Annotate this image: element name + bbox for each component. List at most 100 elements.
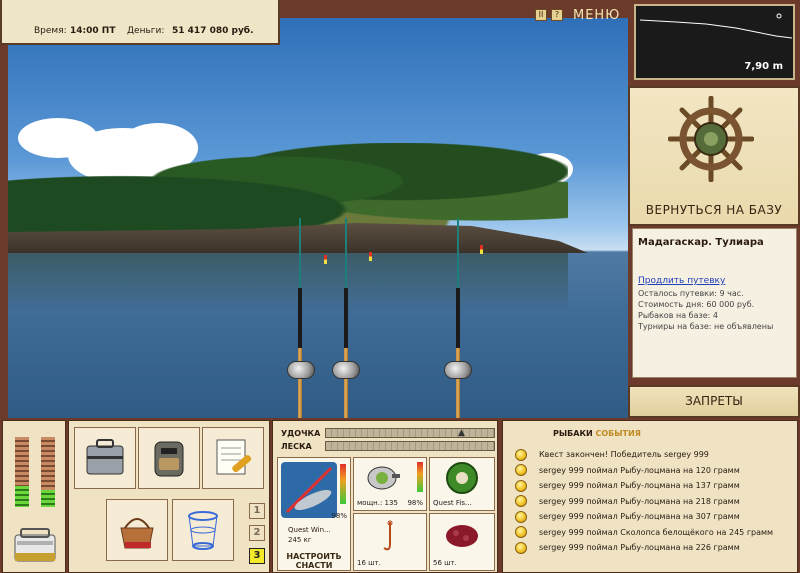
- list-item: sergey 999 поймал Рыбу-лоцмана на 226 гр…: [515, 540, 795, 556]
- events-list: Квест закончен! Победитель sergey 999 se…: [515, 447, 795, 556]
- list-item: sergey 999 поймал Рыбу-лоцмана на 120 гр…: [515, 463, 795, 479]
- depth-marker-icon: [776, 13, 782, 19]
- info-line: Турниры на базе: не объявлены: [638, 322, 774, 331]
- tab-events[interactable]: СОБЫТИЯ: [595, 429, 640, 438]
- bobber[interactable]: [369, 252, 372, 261]
- pause-button[interactable]: II: [535, 9, 547, 21]
- bottom-toolbar: 1 2 3 УДОЧКА ▲ ЛЕСКА 98% Quest Win... 24…: [0, 418, 800, 573]
- rod-handle[interactable]: [298, 348, 302, 418]
- rod-name: Quest Win...: [288, 526, 331, 534]
- rod-select-1[interactable]: 1: [249, 503, 265, 519]
- rod-reel[interactable]: [332, 361, 360, 379]
- smiley-icon: [515, 526, 527, 539]
- events-tabs: РЫБАКИ СОБЫТИЯ: [553, 429, 641, 438]
- rod-slot[interactable]: 98% Quest Win... 245 кг НАСТРОИТЬ СНАСТИ: [277, 457, 351, 571]
- bobber[interactable]: [480, 245, 483, 254]
- bait-slot[interactable]: 56 шт.: [429, 513, 495, 571]
- notebook-slot[interactable]: [202, 427, 264, 489]
- stamina-gauge-fill: [41, 489, 55, 507]
- fishing-scene[interactable]: [8, 18, 628, 418]
- hook-slot[interactable]: 16 шт.: [353, 513, 427, 571]
- extend-trip-link[interactable]: Продлить путевку: [638, 276, 791, 286]
- smiley-icon: [515, 479, 527, 492]
- event-text: sergey 999 поймал Сколопса белощёкого на…: [539, 527, 774, 537]
- smiley-icon: [515, 495, 527, 508]
- status-panel: Время: 14:00 ПТ Деньги: 51 417 080 руб.: [0, 0, 280, 45]
- location-title: Мадагаскар. Тулиара: [638, 237, 764, 248]
- ship-wheel-icon: [668, 96, 754, 182]
- list-item: sergey 999 поймал Рыбу-лоцмана на 137 гр…: [515, 478, 795, 494]
- event-text: Квест закончен! Победитель sergey 999: [539, 450, 709, 460]
- return-to-base-button[interactable]: ВЕРНУТЬСЯ НА БАЗУ: [628, 86, 800, 226]
- event-text: sergey 999 поймал Рыбу-лоцмана на 120 гр…: [539, 465, 740, 475]
- rod-handle[interactable]: [456, 348, 460, 418]
- rod-bar-label: УДОЧКА: [281, 429, 321, 438]
- line-spool-icon: [446, 462, 478, 494]
- backpack-slot[interactable]: [138, 427, 200, 489]
- setup-tackle-label-2: СНАСТИ: [295, 561, 333, 570]
- event-text: sergey 999 поймал Рыбу-лоцмана на 137 гр…: [539, 481, 740, 491]
- list-item: sergey 999 поймал Рыбу-лоцмана на 307 гр…: [515, 509, 795, 525]
- reel-condition: 98%: [407, 499, 423, 507]
- smiley-icon: [515, 464, 527, 477]
- rod-tip: [345, 218, 347, 288]
- list-item: sergey 999 поймал Сколопса белощёкого на…: [515, 525, 795, 541]
- setup-tackle-button[interactable]: НАСТРОИТЬ СНАСТИ: [278, 552, 350, 570]
- reel-slot[interactable]: мощн.: 135 98%: [353, 457, 427, 511]
- water-reflection: [8, 253, 568, 313]
- menu-button[interactable]: МЕНЮ: [573, 8, 620, 23]
- info-line: Рыбаков на базе: 4: [638, 311, 718, 320]
- line-name: Quest Fis...: [433, 499, 472, 507]
- rod-load-bar: ▲: [325, 428, 495, 438]
- rod-shaft: [456, 288, 460, 348]
- list-item: Квест закончен! Победитель sergey 999: [515, 447, 795, 463]
- rod-select-3[interactable]: 3: [249, 548, 265, 564]
- location-info: Мадагаскар. Тулиара Продлить путевку Ост…: [632, 228, 797, 378]
- reel-condition-meter: [417, 462, 423, 492]
- depth-map: 7,90 m: [634, 4, 795, 80]
- bans-button[interactable]: ЗАПРЕТЫ: [628, 385, 800, 418]
- money-value: 51 417 080 руб.: [172, 26, 254, 36]
- keepnet-slot[interactable]: [172, 499, 234, 561]
- rod-select-2[interactable]: 2: [249, 525, 265, 541]
- rod-icon: [281, 462, 337, 518]
- keepnet-icon: [188, 511, 218, 550]
- tension-gauge: [15, 437, 29, 507]
- rod-reel[interactable]: [287, 361, 315, 379]
- setup-tackle-label-1: НАСТРОИТЬ: [286, 552, 342, 561]
- bait-icon: [446, 525, 478, 547]
- notebook-icon: [216, 439, 252, 475]
- line-load-bar: [325, 441, 495, 451]
- rod-tip: [457, 218, 459, 288]
- rod-handle[interactable]: [344, 348, 348, 418]
- line-slot[interactable]: Quest Fis...: [429, 457, 495, 511]
- tackle-case-slot[interactable]: [74, 427, 136, 489]
- event-text: sergey 999 поймал Рыбу-лоцмана на 218 гр…: [539, 496, 740, 506]
- depth-value: 7,90 m: [744, 61, 783, 72]
- rod-reel[interactable]: [444, 361, 472, 379]
- bobber[interactable]: [324, 255, 327, 264]
- basket-icon: [120, 518, 154, 549]
- hook-icon: [383, 520, 393, 551]
- rod-weight: 245 кг: [288, 536, 312, 544]
- events-panel: РЫБАКИ СОБЫТИЯ Квест закончен! Победител…: [502, 420, 798, 573]
- help-button[interactable]: ?: [551, 9, 563, 21]
- backpack-icon: [154, 441, 184, 477]
- return-to-base-label: ВЕРНУТЬСЯ НА БАЗУ: [645, 203, 783, 217]
- time-label: Время:: [34, 26, 67, 36]
- line-bar-label: ЛЕСКА: [281, 442, 312, 451]
- tackle-case-icon: [86, 439, 124, 475]
- smiley-icon: [515, 510, 527, 523]
- inventory-panel: 1 2 3: [68, 420, 270, 573]
- rod-tip: [299, 218, 301, 288]
- rod-load-marker-icon: ▲: [458, 428, 465, 438]
- island-trees: [8, 143, 568, 238]
- smiley-icon: [515, 541, 527, 554]
- tab-fishers[interactable]: РЫБАКИ: [553, 429, 593, 438]
- event-text: sergey 999 поймал Рыбу-лоцмана на 307 гр…: [539, 512, 740, 522]
- money-label: Деньги:: [127, 26, 165, 36]
- rod-shaft: [298, 288, 302, 348]
- reel-icon: [367, 466, 400, 490]
- tackle-box-icon[interactable]: [11, 525, 59, 565]
- basket-slot[interactable]: [106, 499, 168, 561]
